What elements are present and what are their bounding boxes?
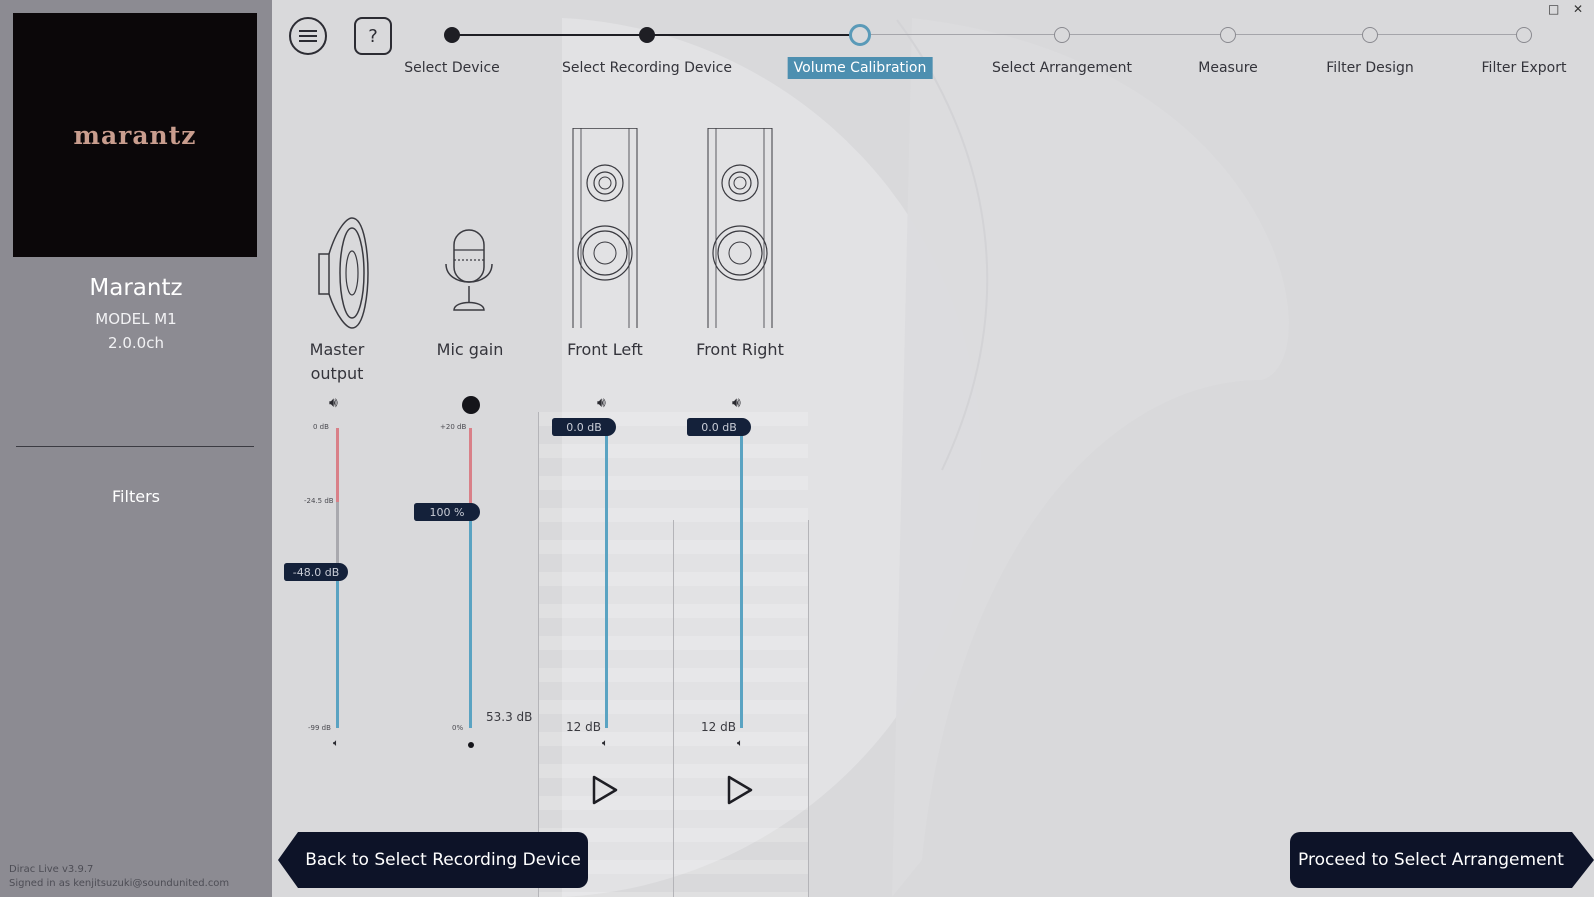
play-icon [727, 775, 753, 805]
microphone-icon [445, 229, 493, 311]
front-right-play-button[interactable] [725, 774, 755, 806]
master-output-label-line2: output [310, 364, 364, 383]
front-left-bottom-value: 12 dB [566, 720, 601, 734]
mic-gain-label: Mic gain [436, 340, 504, 359]
step-label-select-recording-device[interactable]: Select Recording Device [562, 60, 732, 76]
speaker-icon [318, 217, 369, 329]
mic-bottom-tick: 0% [452, 724, 464, 732]
step-dot-measure[interactable] [1220, 27, 1236, 43]
maximize-icon[interactable]: □ [1548, 2, 1559, 16]
step-dot-filter-design[interactable] [1362, 27, 1378, 43]
app-version: Dirac Live v3.9.7 [9, 864, 94, 875]
master-track-red [336, 428, 339, 502]
volume-high-icon: 🔊︎ [329, 395, 338, 411]
front-right-volume-low-icon: 🔈︎ [737, 738, 743, 749]
help-button[interactable]: ? [354, 17, 392, 55]
column-divider-middle [673, 520, 674, 897]
front-left-label: Front Left [567, 340, 643, 359]
step-label-measure[interactable]: Measure [1198, 60, 1258, 76]
front-right-slider-handle[interactable]: 0.0 dB [687, 418, 751, 436]
master-bottom-tick: -99 dB [308, 724, 331, 732]
proceed-button-label: Proceed to Select Arrangement [1298, 850, 1564, 870]
master-mid-tick: -24.5 dB [304, 497, 334, 505]
front-right-volume-high-icon: 🔊︎ [732, 395, 741, 411]
step-label-volume-calibration[interactable]: Volume Calibration [787, 57, 933, 79]
mic-track-blue[interactable] [469, 512, 472, 728]
front-right-bottom-value: 12 dB [701, 720, 736, 734]
record-small-icon [468, 742, 474, 748]
stepper-line-done [452, 34, 860, 36]
mic-level-readout: 53.3 dB [486, 710, 533, 724]
signed-in-user: Signed in as kenjitsuzuki@soundunited.co… [9, 878, 230, 889]
back-button-label: Back to Select Recording Device [305, 850, 581, 870]
front-right-track[interactable] [740, 428, 743, 728]
master-output-label-line1: Master [309, 340, 365, 359]
stepper-line-todo [860, 34, 1524, 35]
master-track-grey [336, 502, 339, 572]
proceed-button[interactable]: Proceed to Select Arrangement [1290, 832, 1594, 888]
close-icon[interactable]: ✕ [1573, 2, 1583, 16]
step-dot-select-arrangement[interactable] [1054, 27, 1070, 43]
master-output-slider-handle[interactable]: -48.0 dB [284, 563, 348, 581]
step-dot-volume-calibration[interactable] [849, 24, 871, 46]
sidebar-divider [16, 446, 254, 447]
step-dot-select-device[interactable] [444, 27, 460, 43]
step-label-filter-design[interactable]: Filter Design [1326, 60, 1413, 76]
front-left-slider-handle[interactable]: 0.0 dB [552, 418, 616, 436]
front-right-label: Front Right [696, 340, 784, 359]
front-left-speaker-icon [572, 128, 638, 328]
column-divider-left [538, 412, 539, 897]
master-top-tick: 0 dB [313, 423, 329, 431]
front-left-volume-high-icon: 🔊︎ [597, 395, 606, 411]
back-button[interactable]: Back to Select Recording Device [278, 832, 588, 888]
front-right-speaker-icon [707, 128, 773, 328]
step-label-select-arrangement[interactable]: Select Arrangement [992, 60, 1132, 76]
sidebar: marantz Marantz MODEL M1 2.0.0ch Filters… [0, 0, 272, 897]
hamburger-icon [299, 30, 317, 42]
logo-text: marantz [73, 120, 197, 150]
device-model: MODEL M1 [95, 310, 177, 328]
play-icon [592, 775, 618, 805]
volume-low-icon: 🔈︎ [333, 738, 339, 749]
master-track-blue[interactable] [336, 572, 339, 728]
mic-gain-slider-handle[interactable]: 100 % [414, 503, 480, 521]
column-divider-right [808, 520, 809, 897]
device-brand-name: Marantz [89, 275, 183, 301]
front-left-volume-low-icon: 🔈︎ [602, 738, 608, 749]
menu-button[interactable] [289, 17, 327, 55]
step-label-select-device[interactable]: Select Device [404, 60, 500, 76]
step-dot-select-recording-device[interactable] [639, 27, 655, 43]
brand-logo: marantz [13, 13, 257, 257]
help-icon: ? [368, 25, 378, 47]
record-indicator-icon [462, 396, 480, 414]
step-dot-filter-export[interactable] [1516, 27, 1532, 43]
mic-track-red [469, 428, 472, 512]
mic-top-tick: +20 dB [440, 423, 467, 431]
front-left-track[interactable] [605, 428, 608, 728]
step-label-filter-export[interactable]: Filter Export [1482, 60, 1567, 76]
front-left-play-button[interactable] [590, 774, 620, 806]
filters-link[interactable]: Filters [0, 487, 272, 506]
device-channel-config: 2.0.0ch [108, 334, 164, 352]
